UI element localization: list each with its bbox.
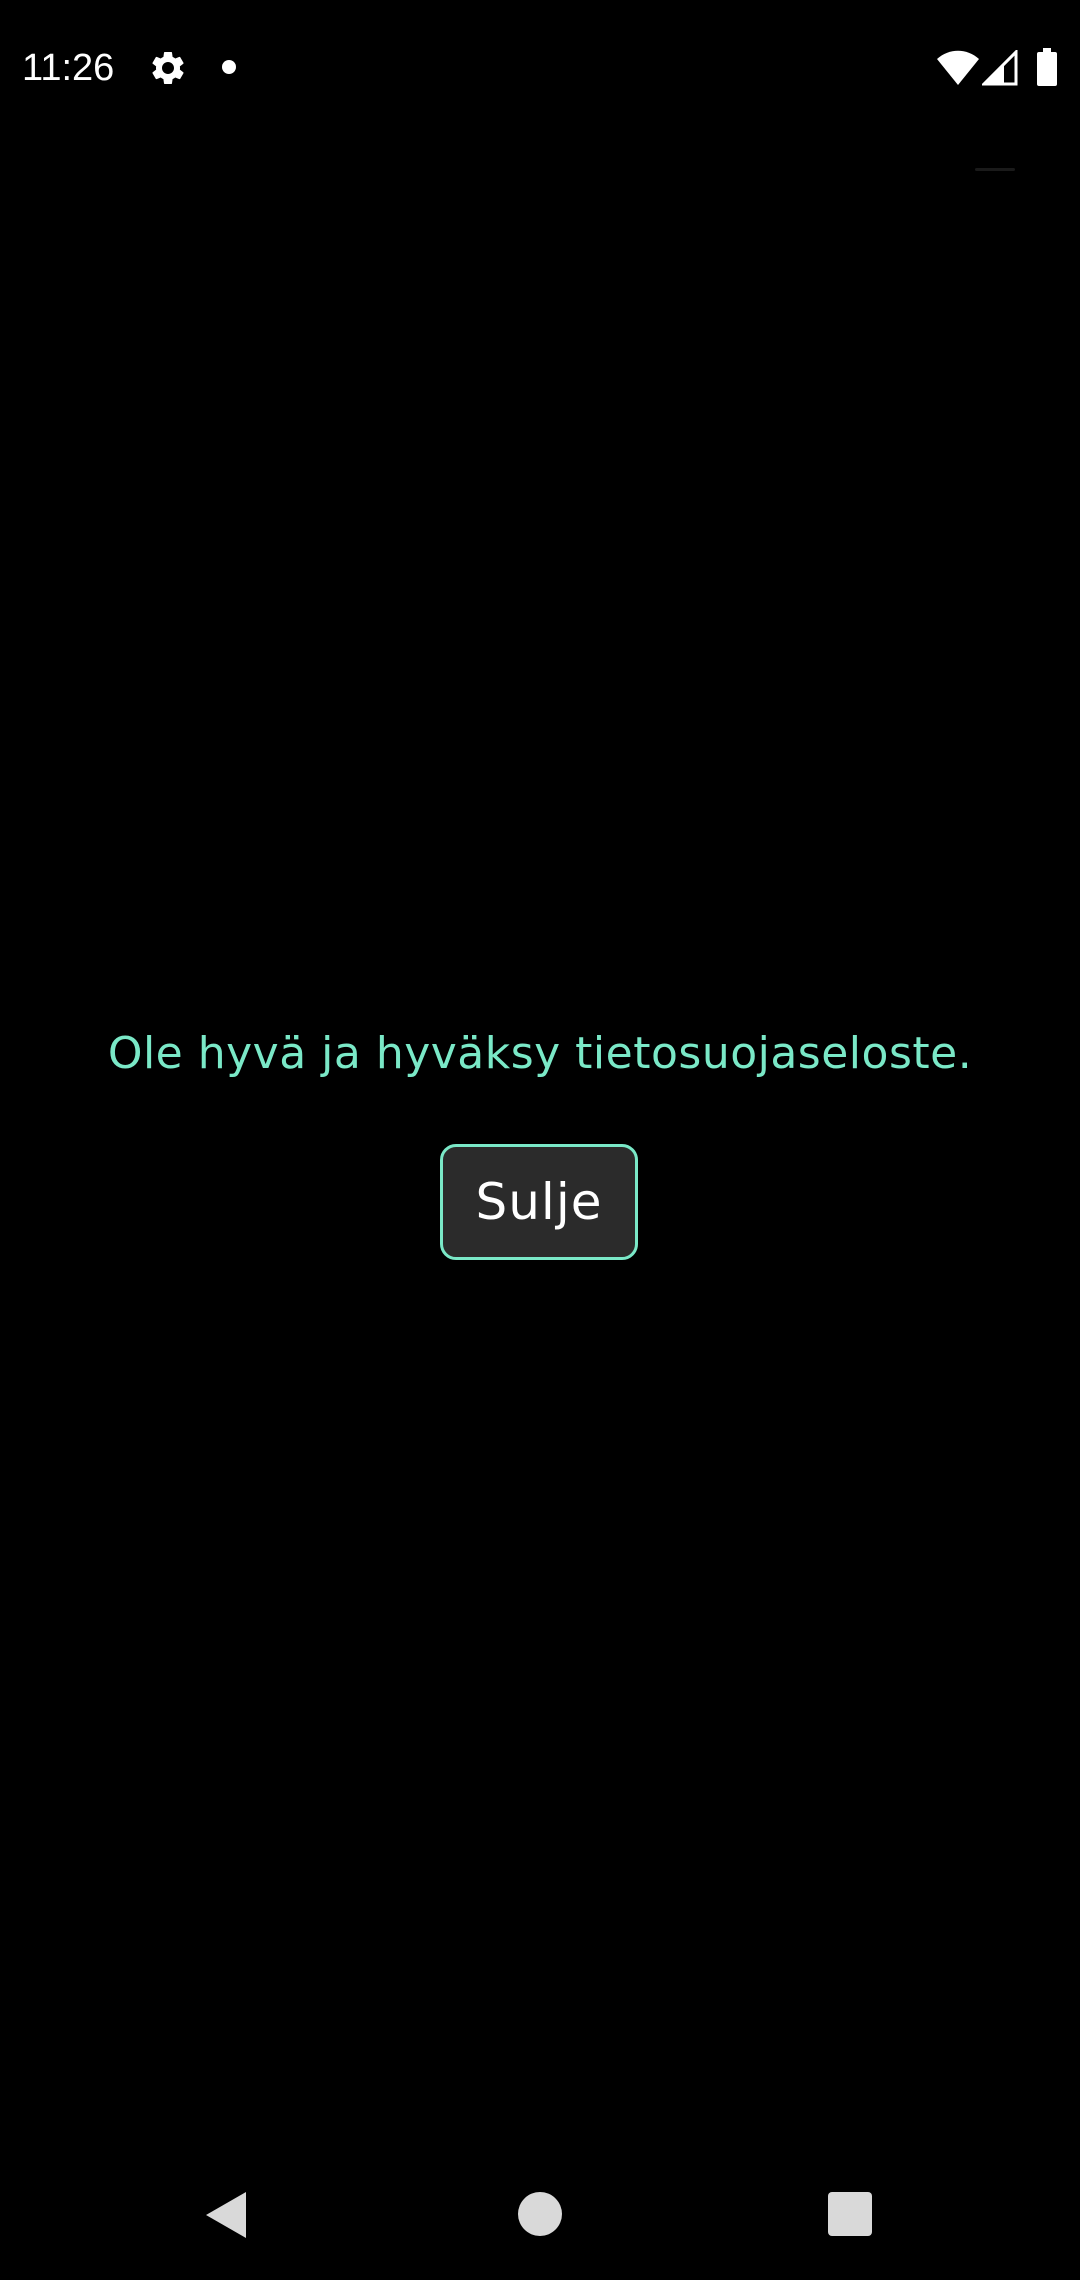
wifi-icon <box>936 50 980 86</box>
close-button[interactable]: Sulje <box>440 1144 638 1260</box>
home-icon[interactable] <box>518 2192 562 2236</box>
top-divider <box>975 168 1015 171</box>
status-time: 11:26 <box>22 47 115 89</box>
app-screen: 11:26 Ole hyvä ja hyväksy tietosuojaselo… <box>0 0 1080 2280</box>
signal-icon <box>980 48 1018 86</box>
battery-icon <box>1036 48 1058 86</box>
recents-icon[interactable] <box>828 2192 872 2236</box>
notification-dot-icon <box>222 60 236 74</box>
gear-icon <box>148 48 188 88</box>
navigation-bar <box>0 2148 1080 2280</box>
status-bar: 11:26 <box>0 0 1080 134</box>
back-icon[interactable] <box>202 2190 248 2240</box>
privacy-message: Ole hyvä ja hyväksy tietosuojaseloste. <box>107 1028 973 1079</box>
